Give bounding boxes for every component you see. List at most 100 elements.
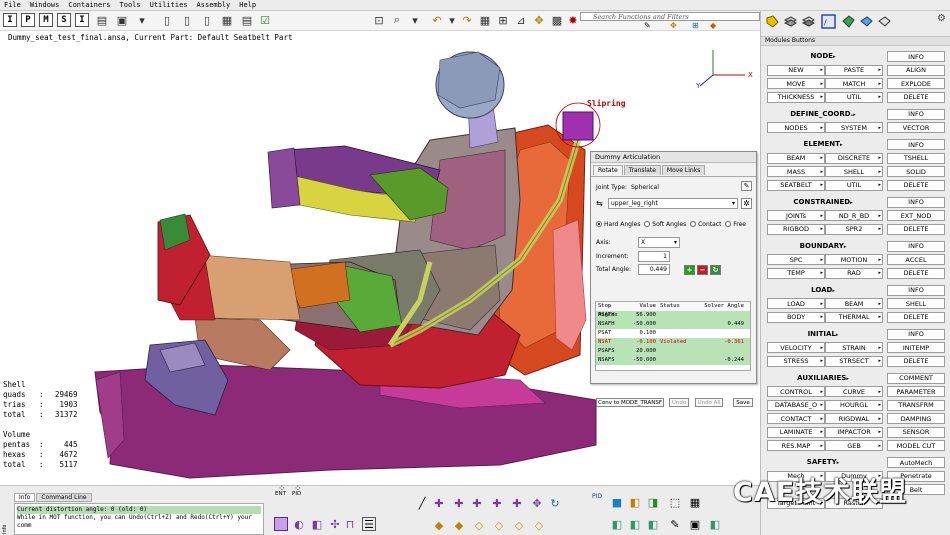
axis-select[interactable]: X ▾: [638, 237, 680, 248]
module-button-geb[interactable]: GEB ▸: [825, 440, 883, 451]
module-button-parameter[interactable]: PARAMETER: [887, 386, 945, 397]
select-shell-icon[interactable]: [274, 517, 288, 531]
cube-icon[interactable]: ◧: [628, 517, 642, 531]
chevron-down-icon[interactable]: ▾: [445, 13, 459, 27]
pencil-icon[interactable]: ╱: [415, 496, 429, 510]
diamond-icon[interactable]: ◇: [492, 518, 506, 532]
chevron-down-icon[interactable]: ▾: [408, 13, 422, 27]
cube-icon[interactable]: ◨: [646, 495, 660, 509]
menu-file[interactable]: File: [4, 1, 21, 9]
undo-button[interactable]: Undo: [669, 398, 689, 407]
menu-assembly[interactable]: Assembly: [197, 1, 231, 9]
mesh-green-icon[interactable]: [841, 14, 856, 29]
module-button-seatbelt[interactable]: SEATBELT ▸: [767, 179, 825, 191]
module-button-info[interactable]: INFO: [887, 196, 945, 208]
cube-icon[interactable]: ◧: [646, 517, 660, 531]
section-title[interactable]: SAFETY▸: [761, 458, 885, 466]
tab-translate[interactable]: Translate: [623, 165, 661, 175]
mesh-blue-icon[interactable]: [859, 14, 874, 29]
diamond-icon[interactable]: ◆: [432, 518, 446, 532]
save-icon[interactable]: ▣: [115, 13, 129, 27]
module-button-info[interactable]: INFO: [887, 240, 945, 252]
module-button-vector[interactable]: VECTOR: [887, 122, 945, 133]
section-title[interactable]: NODE▸: [761, 52, 885, 60]
cube-wire-icon[interactable]: ⬚: [668, 495, 682, 509]
module-button-stress[interactable]: STRESS ▸: [767, 355, 825, 367]
module-button-rigdwal[interactable]: RIGDWAL ▸: [825, 413, 883, 424]
module-button-joints[interactable]: JOINTs ▸: [767, 210, 825, 221]
module-button-transfrm[interactable]: TRANSFRM: [887, 399, 945, 411]
module-button-shell[interactable]: SHELL ▸: [825, 166, 883, 177]
menu-utilities[interactable]: Utilities: [150, 1, 188, 9]
conv-to-mode-transf-button[interactable]: Conv to MODE_TRANSF: [596, 398, 664, 407]
mesh-shade-icon[interactable]: [877, 14, 892, 29]
section-title[interactable]: ELEMENT▸: [761, 140, 885, 148]
radio-free[interactable]: [725, 221, 732, 227]
module-button-thermal[interactable]: THERMAL ▸: [825, 311, 883, 323]
module-button-delete[interactable]: DELETE: [887, 223, 945, 235]
tool-icon[interactable]: ✥: [670, 21, 677, 30]
connect-icon[interactable]: ✚: [470, 496, 484, 510]
module-button-tshell[interactable]: TSHELL: [887, 152, 945, 164]
apply-icon[interactable]: ↻: [710, 265, 721, 275]
module-button-damping[interactable]: DAMPING: [887, 413, 945, 424]
module-button-system[interactable]: SYSTEM ▸: [825, 122, 883, 133]
module-button-rigbod[interactable]: RIGBOD ▸: [767, 223, 825, 235]
table-row[interactable]: PSAT 0.100: [596, 329, 750, 338]
module-button-util[interactable]: UTIL ▸: [825, 91, 883, 103]
menu-windows[interactable]: Windows: [30, 1, 60, 9]
save-button[interactable]: Save: [733, 398, 753, 407]
align-icon[interactable]: ⊞: [496, 13, 510, 27]
toolbar-letter-button[interactable]: I: [75, 13, 89, 27]
module-button-nd-r-bd[interactable]: ND_R_BD ▸: [825, 210, 883, 221]
radio-contact[interactable]: [690, 221, 697, 227]
increment-input[interactable]: 1: [638, 251, 670, 262]
section-title[interactable]: LOAD▸: [761, 286, 885, 294]
document-edit-icon[interactable]: ▤: [240, 13, 254, 27]
radio-hard-angles[interactable]: [596, 221, 602, 227]
module-button-strain[interactable]: STRAIN ▸: [825, 342, 883, 353]
module-button-velocity[interactable]: VELOCITY ▸: [767, 342, 825, 353]
increase-icon[interactable]: +: [684, 265, 695, 275]
cube-icon[interactable]: ◧: [610, 517, 624, 531]
menu-containers[interactable]: Containers: [68, 1, 110, 9]
module-button-mass[interactable]: MASS ▸: [767, 166, 825, 177]
move-icon[interactable]: ✥: [530, 496, 544, 510]
diamond-icon[interactable]: ◇: [532, 518, 546, 532]
module-button-motion[interactable]: MOTION ▸: [825, 254, 883, 265]
table-row[interactable]: NSAFH -50.000 0.449: [596, 320, 750, 329]
module-button-curve[interactable]: CURVE ▸: [825, 386, 883, 397]
module-button-info[interactable]: INFO: [887, 328, 945, 340]
document-check-icon[interactable]: ▯: [200, 13, 214, 27]
module-button-sensor[interactable]: SENSOR: [887, 426, 945, 438]
module-button-initemp[interactable]: INITEMP: [887, 342, 945, 353]
module-button-contact[interactable]: CONTACT ▸: [767, 413, 825, 424]
module-button-strsect[interactable]: STRSECT ▸: [825, 355, 883, 367]
toolbar-letter-button[interactable]: P: [21, 13, 35, 27]
module-button-accel[interactable]: ACCEL: [887, 254, 945, 265]
cube-icon[interactable]: ◧: [628, 495, 642, 509]
module-button-info[interactable]: INFO: [887, 108, 945, 120]
tool-icon[interactable]: ◆: [710, 21, 716, 30]
diamond-icon[interactable]: ◆: [452, 518, 466, 532]
deck-icon[interactable]: /: [821, 14, 836, 29]
module-button-info[interactable]: INFO: [887, 51, 945, 62]
module-button-database-o[interactable]: DATABASE_O ▸: [767, 399, 825, 411]
zoom-fit-icon[interactable]: ⊡: [372, 13, 386, 27]
module-button-model-cut[interactable]: MODEL CUT: [887, 440, 945, 451]
radio-soft-angles[interactable]: [644, 221, 651, 227]
pick-icon[interactable]: ✎: [741, 181, 752, 191]
module-button-beam[interactable]: BEAM ▸: [767, 152, 825, 164]
table-row[interactable]: PSAFS 20.000: [596, 347, 750, 356]
undo-icon[interactable]: ↶: [430, 13, 444, 27]
tab-info[interactable]: Info: [14, 493, 36, 502]
module-button-info[interactable]: INFO: [887, 139, 945, 150]
checkbox-icon[interactable]: ☑: [258, 13, 272, 27]
select-list-icon[interactable]: ☰: [362, 517, 376, 531]
section-title[interactable]: CONSTRAINED▸: [761, 198, 885, 206]
table-row[interactable]: PSAFH 56.900: [596, 311, 750, 320]
select-node-icon[interactable]: ✣: [328, 517, 342, 531]
module-button-nodes[interactable]: NODES ▸: [767, 122, 825, 133]
module-button-automech[interactable]: AutoMech: [887, 457, 945, 468]
section-title[interactable]: INITIAL▸: [761, 330, 885, 338]
